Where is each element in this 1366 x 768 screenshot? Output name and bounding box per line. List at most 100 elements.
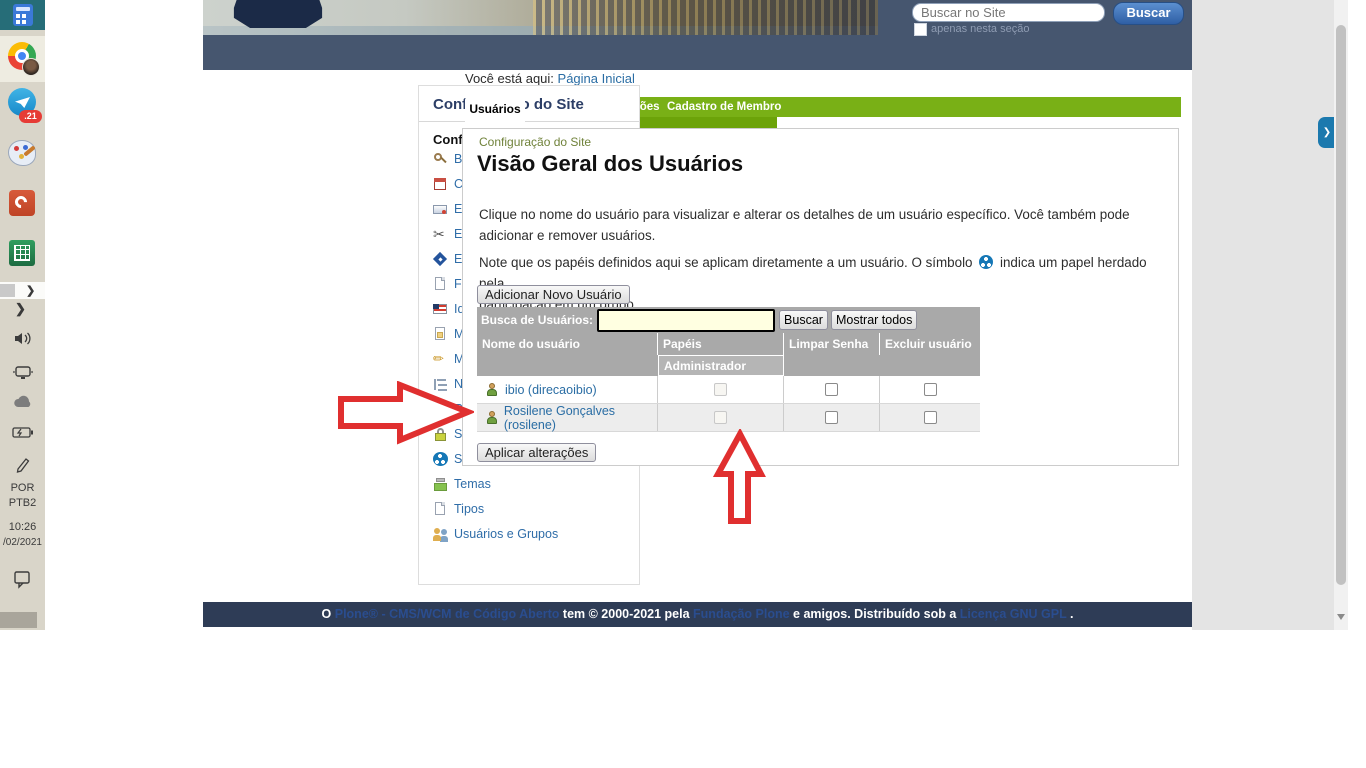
footer-foundation-link[interactable]: Fundação Plone xyxy=(693,607,790,621)
paragraph-line: adicionar e remover usuários. xyxy=(479,225,1169,246)
document-icon xyxy=(433,502,448,517)
sidebar-item-label: Usuários e Grupos xyxy=(454,527,558,541)
pen-icon xyxy=(14,455,32,473)
screen: .21 ❯ ❯ xyxy=(0,0,1366,768)
users-table-role-subheader-row: Administrador xyxy=(477,355,980,376)
column-header-delete-user: Excluir usuário xyxy=(880,333,980,355)
tab-cadastro-de-membro[interactable]: Cadastro de Membro xyxy=(667,101,781,113)
diamond-icon xyxy=(433,252,448,267)
delete-user-checkbox[interactable] xyxy=(924,383,937,396)
user-icon xyxy=(485,411,498,425)
footer-text: e amigos. Distribuído sob a xyxy=(790,607,960,621)
sidebar-item-temas[interactable]: Temas xyxy=(433,476,629,492)
calculator-icon xyxy=(13,4,33,26)
image-document-icon xyxy=(433,327,448,342)
notification-bubble-icon xyxy=(13,570,32,589)
users-table: Busca de Usuários: Buscar Mostrar todos … xyxy=(477,307,980,432)
pen-tray-button[interactable] xyxy=(0,455,45,473)
sidebar-item-tipos[interactable]: Tipos xyxy=(433,501,629,517)
browser-scrollbar[interactable] xyxy=(1334,0,1348,630)
table-row: Rosilene Gonçalves (rosilene) xyxy=(477,404,980,432)
user-icon xyxy=(485,383,499,397)
tray-expand-chevron-icon[interactable]: ❯ xyxy=(15,301,26,317)
battery-tray-button[interactable] xyxy=(0,426,45,439)
battery-plug-icon xyxy=(12,426,34,439)
user-search-input[interactable] xyxy=(597,309,775,332)
site-header: Buscar apenas nesta seção xyxy=(203,0,1192,70)
pencil-icon xyxy=(433,352,448,367)
taskbar-overflow-block xyxy=(0,284,15,297)
scrollbar-down-arrow[interactable] xyxy=(1337,614,1345,620)
cast-display-icon xyxy=(12,363,34,381)
intro-paragraph: Clique no nome do usuário para visualiza… xyxy=(479,204,1169,246)
cloud-icon xyxy=(12,395,34,409)
sidebar-item-label: Tipos xyxy=(454,502,484,516)
site-logo xyxy=(233,0,323,28)
footer-text: O xyxy=(322,607,335,621)
page-right-gutter xyxy=(1192,0,1334,630)
document-icon xyxy=(433,277,448,292)
delete-user-checkbox[interactable] xyxy=(924,411,937,424)
footer-text: . xyxy=(1067,607,1074,621)
telegram-badge: .21 xyxy=(19,110,42,123)
clear-password-checkbox[interactable] xyxy=(825,411,838,424)
footer-text: tem © 2000-2021 pela xyxy=(559,607,693,621)
powerpoint-icon[interactable] xyxy=(9,190,35,216)
volume-tray-button[interactable] xyxy=(0,331,45,346)
inherited-role-icon xyxy=(979,255,993,269)
paint-icon[interactable] xyxy=(8,140,36,166)
user-link[interactable]: Rosilene Gonçalves (rosilene) xyxy=(504,404,657,432)
scissors-icon xyxy=(433,227,448,242)
role-checkbox-disabled xyxy=(714,383,727,396)
users-table-search-row: Busca de Usuários: Buscar Mostrar todos xyxy=(477,307,980,333)
search-scope-checkbox[interactable] xyxy=(914,23,927,36)
language-indicator-line2[interactable]: PTB2 xyxy=(0,497,45,509)
clear-password-checkbox[interactable] xyxy=(825,383,838,396)
profile-avatar xyxy=(22,58,40,76)
breadcrumb-label: Você está aqui: xyxy=(465,71,554,86)
clock-time[interactable]: 10:26 xyxy=(0,521,45,533)
column-header-name: Nome do usuário xyxy=(477,333,658,355)
annotation-arrow-up xyxy=(713,429,767,525)
user-search-button[interactable]: Buscar xyxy=(779,310,828,330)
excel-icon[interactable] xyxy=(9,240,35,266)
roles-note-paragraph: Note que os papéis definidos aqui se apl… xyxy=(479,252,1169,315)
plone-icon xyxy=(433,452,448,466)
cast-tray-button[interactable] xyxy=(0,363,45,381)
tab-usuarios[interactable]: Usuários xyxy=(465,97,525,128)
add-new-user-button[interactable]: Adicionar Novo Usuário xyxy=(477,285,630,304)
breadcrumb: Você está aqui: Página Inicial xyxy=(465,71,635,86)
paragraph-line: Clique no nome do usuário para visualiza… xyxy=(479,204,1169,225)
flag-icon xyxy=(433,302,448,317)
browser-page: Buscar apenas nesta seção Você está aqui… xyxy=(203,0,1192,630)
sidebar-item-usuarios-grupos[interactable]: Usuários e Grupos xyxy=(433,526,629,542)
footer-license-link[interactable]: Licença GNU GPL xyxy=(960,607,1067,621)
page-title: Visão Geral dos Usuários xyxy=(477,151,743,177)
taskbar-tile-active[interactable] xyxy=(0,0,45,30)
clock-date[interactable]: /02/2021 xyxy=(0,537,45,548)
calendar-icon xyxy=(433,177,448,192)
breadcrumb-home-link[interactable]: Página Inicial xyxy=(558,71,635,86)
user-link[interactable]: ibio (direcaoibio) xyxy=(505,383,597,397)
users-table-header-row: Nome do usuário Papéis Limpar Senha Excl… xyxy=(477,333,980,355)
site-search-button[interactable]: Buscar xyxy=(1113,2,1184,25)
action-center-button[interactable] xyxy=(0,570,45,589)
scrollbar-thumb[interactable] xyxy=(1336,25,1346,585)
site-search-input[interactable] xyxy=(912,3,1105,22)
language-indicator-line1[interactable]: POR xyxy=(0,482,45,494)
chrome-taskbar-button[interactable] xyxy=(0,36,45,82)
table-row: ibio (direcaoibio) xyxy=(477,376,980,404)
apply-changes-button[interactable]: Aplicar alterações xyxy=(477,443,596,462)
taskbar: .21 ❯ ❯ xyxy=(0,0,45,630)
search-scope-label: apenas nesta seção xyxy=(931,23,1029,35)
footer-plone-link[interactable]: Plone® - CMS/WCM de Código Aberto xyxy=(335,607,560,621)
sidebar-title: Configuração do Site xyxy=(419,86,639,122)
onedrive-tray-button[interactable] xyxy=(0,395,45,409)
column-header-roles: Papéis xyxy=(658,333,784,355)
show-all-button[interactable]: Mostrar todos xyxy=(831,310,917,330)
parent-section-link[interactable]: Configuração do Site xyxy=(479,135,591,149)
taskbar-overflow[interactable]: ❯ xyxy=(0,282,45,299)
site-footer: O Plone® - CMS/WCM de Código Aberto tem … xyxy=(203,602,1192,627)
role-checkbox-disabled xyxy=(714,411,727,424)
mail-icon xyxy=(433,202,448,217)
